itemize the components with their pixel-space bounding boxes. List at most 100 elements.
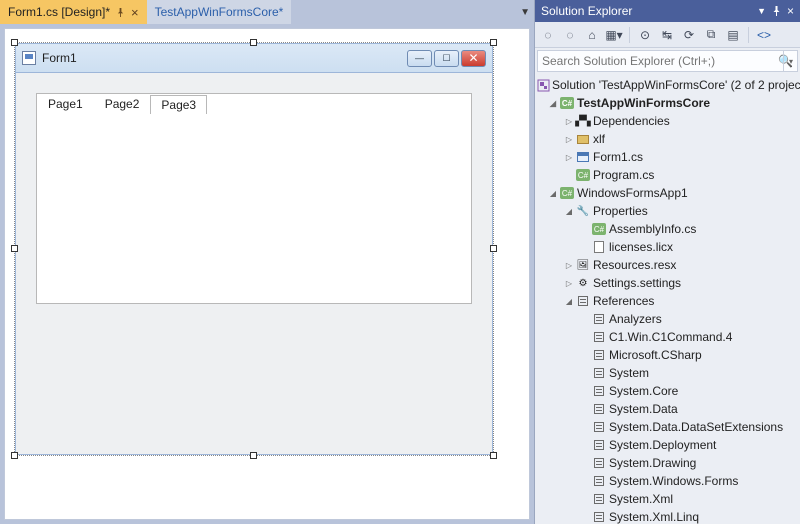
close-tab-icon[interactable]: × <box>131 5 139 20</box>
doc-tab-label: TestAppWinFormsCore* <box>155 5 284 19</box>
resize-handle-nw[interactable] <box>11 39 18 46</box>
reference-icon <box>591 366 607 380</box>
form-icon <box>22 51 36 65</box>
solution-explorer-pane: Solution Explorer ▼ × ◌ ◌ ⌂ ▦▾ ⊙ ↹ ⟳ ⧉ ▤… <box>534 0 800 524</box>
solution-tree[interactable]: Solution 'TestAppWinFormsCore' (2 of 2 p… <box>535 74 800 524</box>
tab-page[interactable] <box>36 114 472 304</box>
reference-icon <box>591 312 607 326</box>
expand-icon[interactable]: ◢ <box>547 189 559 198</box>
minimize-button[interactable]: — <box>407 50 432 67</box>
pin-icon[interactable] <box>772 6 781 16</box>
reference-node[interactable]: System.Drawing <box>535 454 800 472</box>
expand-icon[interactable]: ◢ <box>563 207 575 216</box>
file-node-form1[interactable]: ▷ Form1.cs <box>535 148 800 166</box>
file-node-licenses[interactable]: licenses.licx <box>535 238 800 256</box>
file-node-settings[interactable]: ▷ ⚙ Settings.settings <box>535 274 800 292</box>
folder-node-xlf[interactable]: ▷ xlf <box>535 130 800 148</box>
resize-handle-se[interactable] <box>490 452 497 459</box>
dependencies-node[interactable]: ▷ ▞▚ Dependencies <box>535 112 800 130</box>
form-window[interactable]: Form1 — ☐ ✕ Page1Page2Page3 <box>15 43 493 455</box>
form-client-area[interactable]: Page1Page2Page3 <box>15 73 493 455</box>
doc-tab-testapp[interactable]: TestAppWinFormsCore* <box>147 0 292 24</box>
forward-icon[interactable]: ◌ <box>561 26 579 44</box>
tab-page-page2[interactable]: Page2 <box>94 94 151 114</box>
expand-icon[interactable]: ▷ <box>563 117 575 126</box>
view-code-icon[interactable]: <> <box>755 26 773 44</box>
resize-handle-s[interactable] <box>250 452 257 459</box>
designer-surface[interactable]: Form1 — ☐ ✕ Page1Page2Page3 <box>4 28 530 520</box>
file-node-resources[interactable]: ▷ 🖼 Resources.resx <box>535 256 800 274</box>
properties-node[interactable]: ◢ 🔧 Properties <box>535 202 800 220</box>
resize-handle-e[interactable] <box>490 245 497 252</box>
expand-icon[interactable]: ▷ <box>563 261 575 270</box>
collapse-icon[interactable]: ↹ <box>658 26 676 44</box>
reference-node[interactable]: Microsoft.CSharp <box>535 346 800 364</box>
reference-icon <box>591 510 607 524</box>
resize-handle-sw[interactable] <box>11 452 18 459</box>
form-file-icon <box>575 150 591 164</box>
reference-node[interactable]: System.Data <box>535 400 800 418</box>
reference-node[interactable]: System.Xml <box>535 490 800 508</box>
back-icon[interactable]: ◌ <box>539 26 557 44</box>
node-label: AssemblyInfo.cs <box>609 222 696 236</box>
solution-explorer-title: Solution Explorer <box>541 4 632 18</box>
reference-node[interactable]: System.Deployment <box>535 436 800 454</box>
close-panel-icon[interactable]: × <box>787 4 794 18</box>
cs-file-icon: C# <box>575 168 591 182</box>
reference-icon <box>591 348 607 362</box>
properties-icon[interactable]: ▤ <box>724 26 742 44</box>
tab-page-page3[interactable]: Page3 <box>150 95 207 115</box>
expand-icon[interactable]: ▷ <box>563 279 575 288</box>
search-input[interactable] <box>542 54 778 68</box>
window-menu-icon[interactable]: ▼ <box>757 6 766 16</box>
doc-tabs-overflow[interactable]: ▼ <box>520 0 534 24</box>
resize-handle-n[interactable] <box>250 39 257 46</box>
solution-node[interactable]: Solution 'TestAppWinFormsCore' (2 of 2 p… <box>535 76 800 94</box>
designer-pane: Form1.cs [Design]* × TestAppWinFormsCore… <box>0 0 534 524</box>
cs-file-icon: C# <box>591 222 607 236</box>
reference-icon <box>591 330 607 344</box>
show-all-icon[interactable]: ⧉ <box>702 26 720 44</box>
file-node-assemblyinfo[interactable]: C# AssemblyInfo.cs <box>535 220 800 238</box>
reference-node[interactable]: System.Core <box>535 382 800 400</box>
file-icon <box>591 240 607 254</box>
reference-node[interactable]: System.Data.DataSetExtensions <box>535 418 800 436</box>
solution-explorer-search[interactable]: 🔍 ▾ <box>537 50 798 72</box>
doc-tab-form-designer-active[interactable]: Form1.cs [Design]* × <box>0 0 147 24</box>
expand-icon[interactable]: ◢ <box>547 99 559 108</box>
references-node[interactable]: ◢ References <box>535 292 800 310</box>
tab-page-page1[interactable]: Page1 <box>37 94 94 114</box>
reference-node[interactable]: System.Xml.Linq <box>535 508 800 524</box>
project-node-1[interactable]: ◢ C# TestAppWinFormsCore <box>535 94 800 112</box>
resize-handle-ne[interactable] <box>490 39 497 46</box>
form-title-bar[interactable]: Form1 — ☐ ✕ <box>15 43 493 73</box>
node-label: System <box>609 366 649 380</box>
reference-node[interactable]: System.Windows.Forms <box>535 472 800 490</box>
scope-icon[interactable]: ⊙ <box>636 26 654 44</box>
maximize-button[interactable]: ☐ <box>434 50 459 67</box>
solution-explorer-title-bar[interactable]: Solution Explorer ▼ × <box>535 0 800 22</box>
reference-icon <box>591 402 607 416</box>
pin-icon[interactable] <box>116 8 125 17</box>
csproj-icon: C# <box>559 186 575 200</box>
tab-control[interactable]: Page1Page2Page3 <box>36 93 472 115</box>
expand-icon[interactable]: ▷ <box>563 153 575 162</box>
close-button[interactable]: ✕ <box>461 50 486 67</box>
node-label: References <box>593 294 654 308</box>
home-icon[interactable]: ⌂ <box>583 26 601 44</box>
reference-icon <box>591 456 607 470</box>
reference-node[interactable]: System <box>535 364 800 382</box>
expand-icon[interactable]: ▷ <box>563 135 575 144</box>
file-node-program[interactable]: ▷ C# Program.cs <box>535 166 800 184</box>
doc-tab-label: Form1.cs [Design]* <box>8 5 110 19</box>
reference-node[interactable]: Analyzers <box>535 310 800 328</box>
refresh-icon[interactable]: ⟳ <box>680 26 698 44</box>
dependencies-icon: ▞▚ <box>575 114 591 128</box>
expand-icon[interactable]: ◢ <box>563 297 575 306</box>
sync-icon[interactable]: ▦▾ <box>605 26 623 44</box>
search-dropdown-icon[interactable]: ▾ <box>783 50 798 72</box>
reference-node[interactable]: C1.Win.C1Command.4 <box>535 328 800 346</box>
resize-handle-w[interactable] <box>11 245 18 252</box>
node-label: Analyzers <box>609 312 662 326</box>
project-node-2[interactable]: ◢ C# WindowsFormsApp1 <box>535 184 800 202</box>
